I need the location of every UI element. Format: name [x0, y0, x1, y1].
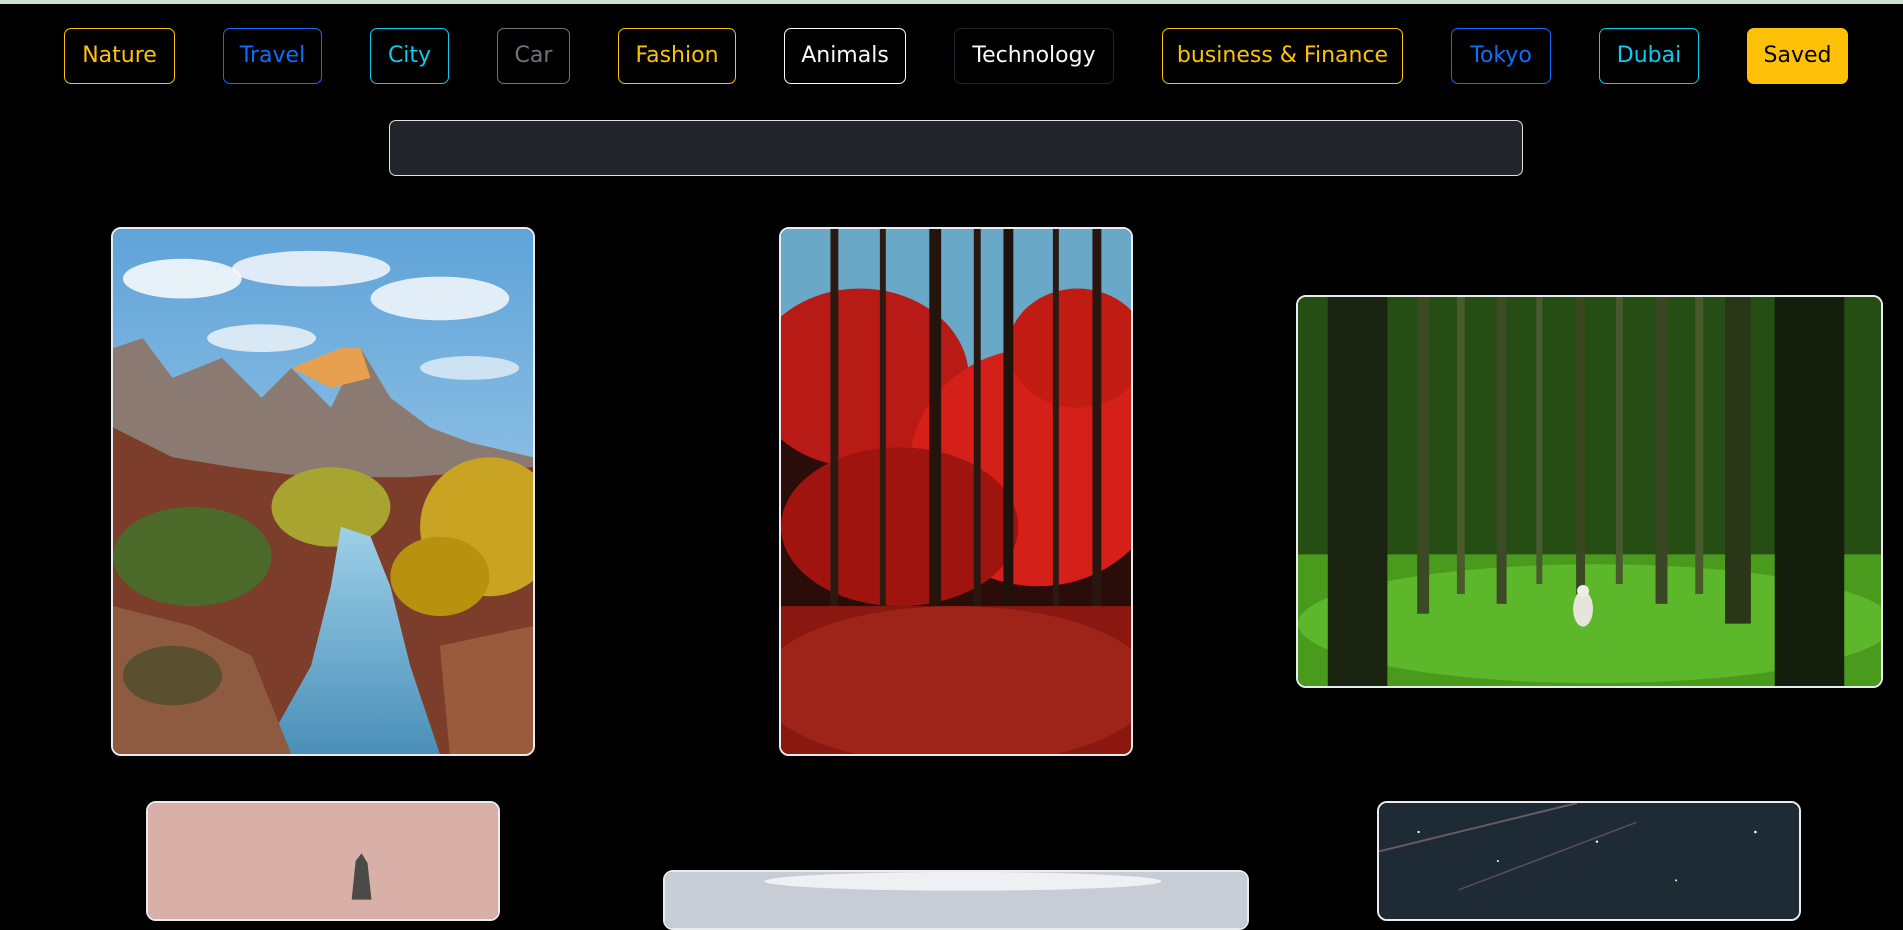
search-input[interactable]: [389, 120, 1523, 176]
gallery-image-snow-mountain[interactable]: [663, 870, 1249, 930]
canyon-river-image: [113, 229, 533, 754]
category-bar: Nature Travel City Car Fashion Animals T…: [0, 0, 1903, 110]
gallery-image-canyon[interactable]: [111, 227, 535, 756]
category-button-business-finance[interactable]: business & Finance: [1162, 28, 1403, 84]
category-button-nature[interactable]: Nature: [64, 28, 175, 84]
red-forest-image: [781, 229, 1131, 754]
category-button-dubai[interactable]: Dubai: [1599, 28, 1699, 84]
night-sky-image: [1379, 803, 1799, 919]
gallery-image-night-sky[interactable]: [1377, 801, 1801, 921]
category-button-city[interactable]: City: [370, 28, 449, 84]
snow-mountain-image: [665, 872, 1247, 928]
gallery-image-red-forest[interactable]: [779, 227, 1133, 756]
category-button-travel[interactable]: Travel: [223, 28, 322, 84]
green-forest-image: [1298, 297, 1881, 686]
category-button-car[interactable]: Car: [497, 28, 570, 84]
pink-sky-image: [148, 803, 498, 919]
gallery-image-green-forest[interactable]: [1296, 295, 1883, 688]
saved-button[interactable]: Saved: [1747, 28, 1848, 84]
category-button-animals[interactable]: Animals: [784, 28, 906, 84]
gallery-image-pink-sky[interactable]: [146, 801, 500, 921]
category-button-tokyo[interactable]: Tokyo: [1451, 28, 1551, 84]
category-button-fashion[interactable]: Fashion: [618, 28, 736, 84]
category-button-technology[interactable]: Technology: [954, 28, 1114, 84]
